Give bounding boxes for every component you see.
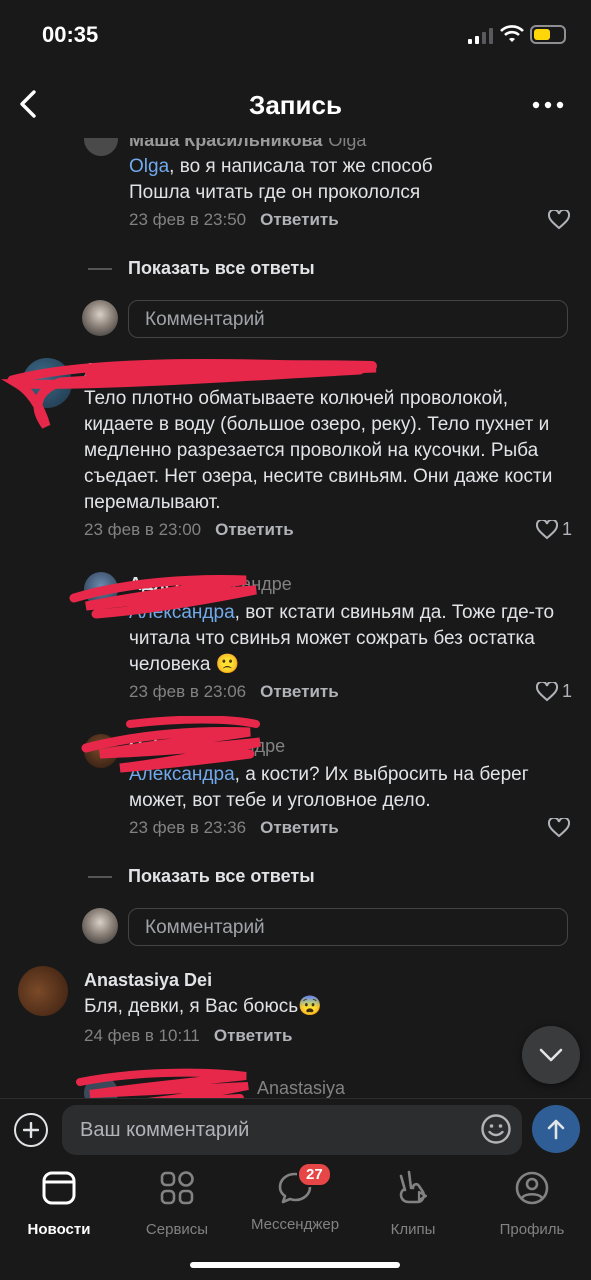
status-time: 00:35 <box>42 22 99 47</box>
tab-clips[interactable]: Клипы <box>354 1168 472 1238</box>
avatar <box>82 908 118 944</box>
like-button[interactable]: 1 <box>536 519 572 540</box>
like-icon <box>536 519 558 539</box>
news-icon <box>42 1171 76 1205</box>
comment-date: 23 фев в 23:00 <box>84 520 202 539</box>
comment: Anastasiya Dei Бля, девки, я Вас боюсь😨 … <box>0 964 591 1054</box>
avatar <box>82 300 118 336</box>
reply-button[interactable]: Ответить <box>214 1026 293 1045</box>
avatar[interactable] <box>22 358 72 408</box>
scroll-down-button[interactable] <box>522 1026 580 1084</box>
avatar[interactable] <box>18 966 68 1016</box>
clips-icon <box>399 1170 428 1204</box>
show-all-replies-button[interactable]: Показать все ответы <box>88 258 315 279</box>
show-all-replies-button[interactable]: Показать все ответы <box>88 866 315 887</box>
comment-date: 23 фев в 23:50 <box>129 210 247 229</box>
comment-author[interactable]: Galan Александре <box>129 736 285 757</box>
like-icon[interactable] <box>548 818 570 838</box>
nav-bar: Запись <box>0 72 591 136</box>
arrow-up-icon <box>547 1119 565 1140</box>
reply-input[interactable]: Комментарий <box>128 908 568 946</box>
avatar[interactable] <box>84 572 118 606</box>
comment-meta: 23 фев в 23:36 Ответить <box>129 818 339 838</box>
unread-badge: 27 <box>297 1162 332 1187</box>
comment-meta: 23 фев в 23:50 Ответить <box>129 210 339 230</box>
comment-date: 24 фев в 10:11 <box>84 1026 200 1045</box>
reply-button[interactable]: Ответить <box>260 818 339 837</box>
wifi-icon <box>500 25 524 42</box>
comment-composer: Ваш комментарий <box>0 1098 591 1160</box>
tab-services[interactable]: Сервисы <box>118 1168 236 1238</box>
home-indicator <box>190 1262 400 1268</box>
author-name[interactable]: Galan <box>129 736 179 756</box>
comment-text: Olga, во я написала тот же способ Пошла … <box>129 156 433 203</box>
status-bar: 00:35 <box>0 0 591 72</box>
tab-label: Профиль <box>499 1221 565 1238</box>
author-name[interactable]: Адлер <box>129 574 186 594</box>
reply-input-row: Комментарий <box>82 300 572 340</box>
send-button[interactable] <box>532 1105 580 1153</box>
comment-author[interactable]: Александра <box>84 360 191 381</box>
avatar[interactable] <box>84 1076 118 1098</box>
comment-meta: 23 фев в 23:06 Ответить <box>129 682 339 702</box>
mention-link[interactable]: Александра <box>129 602 235 623</box>
services-icon <box>160 1171 194 1205</box>
plus-icon <box>23 1122 39 1138</box>
tab-label: Новости <box>27 1221 91 1238</box>
like-icon <box>536 681 558 701</box>
signal-icon <box>468 28 493 44</box>
comment-author[interactable]: Anastasiya Dei <box>84 970 212 991</box>
tab-label: Клипы <box>390 1221 436 1238</box>
tab-label: Сервисы <box>145 1221 209 1238</box>
reply-button[interactable]: Ответить <box>260 210 339 229</box>
comment-meta: 23 фев в 23:00 Ответить <box>84 520 294 540</box>
comment-author[interactable]: Anastasiya <box>129 1078 345 1098</box>
comments-feed[interactable]: Маша Красильникова Olga Olga, во я написа… <box>0 128 591 1098</box>
comment-text: Александра, вот кстати свиньям да. Тоже … <box>129 602 555 675</box>
tab-news[interactable]: Новости <box>0 1168 118 1238</box>
reply-to: Александре <box>185 736 286 756</box>
comment-date: 23 фев в 23:36 <box>129 818 247 837</box>
comment-reply: Маша Красильникова Olga Olga, во я написа… <box>0 128 591 238</box>
chevron-down-icon <box>539 1048 563 1062</box>
mention-link[interactable]: Александра <box>129 764 235 785</box>
comment-text: Тело плотно обматываете колючей проволок… <box>84 388 553 513</box>
reply-input-row: Комментарий <box>82 908 572 948</box>
reply-button[interactable]: Ответить <box>215 520 294 539</box>
reply-button[interactable]: Ответить <box>260 682 339 701</box>
like-count: 1 <box>562 681 573 701</box>
tab-label: Мессенджер <box>250 1216 340 1233</box>
reply-input[interactable]: Комментарий <box>128 300 568 338</box>
comment-date: 23 фев в 23:06 <box>129 682 247 701</box>
comment-author[interactable]: Адлер Александре <box>129 574 292 595</box>
comment-text: Александра, а кости? Их выбросить на бер… <box>129 764 529 811</box>
like-icon[interactable] <box>548 210 570 230</box>
more-options-icon[interactable] <box>532 100 564 110</box>
mention-link[interactable]: Olga <box>129 156 169 177</box>
tab-profile[interactable]: Профиль <box>473 1168 591 1238</box>
page-title: Запись <box>249 90 342 120</box>
like-button[interactable]: 1 <box>536 681 572 702</box>
avatar[interactable] <box>84 734 118 768</box>
like-count: 1 <box>562 519 573 539</box>
reply-to: Александре <box>191 574 292 594</box>
profile-icon <box>515 1171 549 1205</box>
comment: Александра Тело плотно обматываете колюч… <box>0 354 591 544</box>
reply-to: Anastasiya <box>257 1078 346 1098</box>
comment-input[interactable]: Ваш комментарий <box>62 1105 522 1155</box>
add-attachment-button[interactable] <box>14 1113 48 1147</box>
comment-text: Бля, девки, я Вас боюсь😨 <box>84 996 322 1017</box>
comment-meta: 24 фев в 10:11 Ответить <box>84 1026 292 1046</box>
comment-reply: Anastasiya <box>0 1074 591 1098</box>
battery-icon <box>530 25 566 44</box>
tab-messenger[interactable]: 27 Мессенджер <box>236 1162 354 1233</box>
emoji-icon[interactable] <box>480 1113 512 1145</box>
comment-reply: Galan Александре Александра, а кости? Их … <box>0 732 591 842</box>
